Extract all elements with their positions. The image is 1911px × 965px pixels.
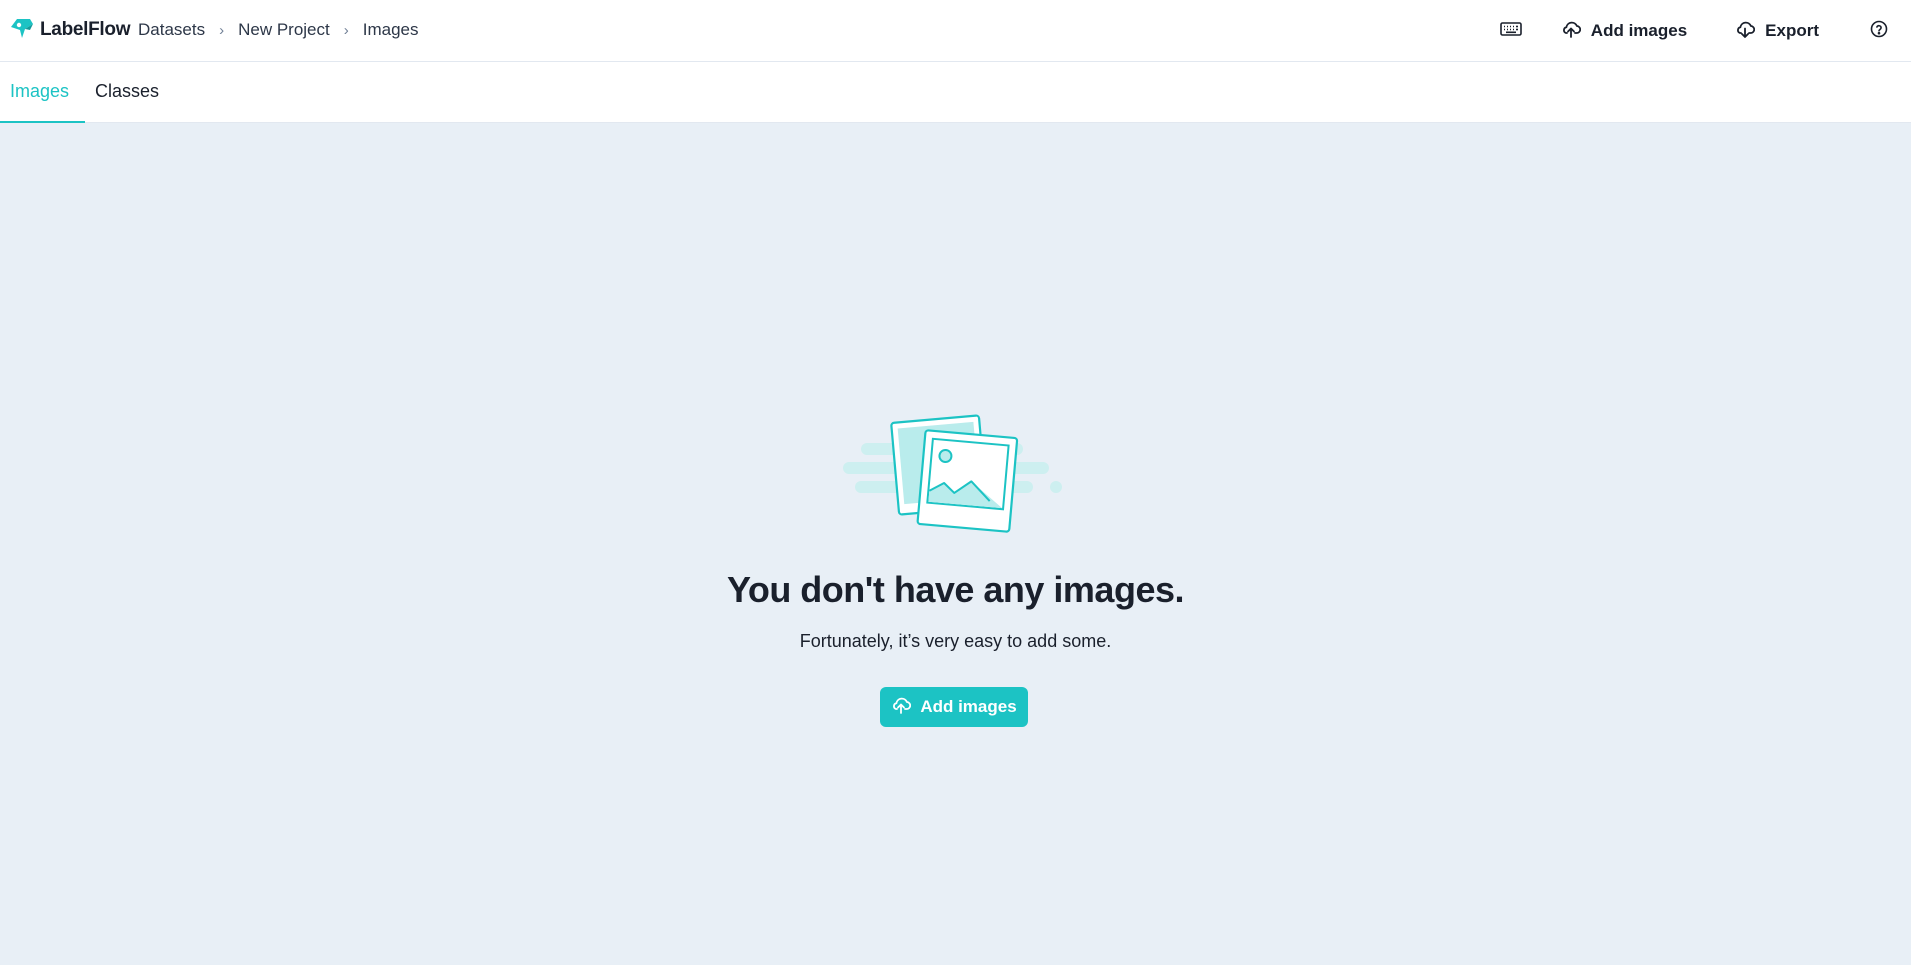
app-name: LabelFlow (40, 19, 131, 40)
tab-images[interactable]: Images (0, 62, 86, 123)
cloud-upload-icon (1561, 20, 1581, 43)
empty-state: You don't have any images. Fortunately, … (0, 123, 1911, 965)
cloud-download-icon (1735, 20, 1756, 43)
empty-state-title: You don't have any images. (726, 569, 1185, 610)
export-button[interactable]: Export (1719, 11, 1835, 51)
add-images-label: Add images (1590, 21, 1688, 40)
add-images-button[interactable]: Add images (1545, 11, 1703, 51)
breadcrumb-separator: › (219, 21, 225, 39)
help-button[interactable] (1859, 11, 1899, 51)
export-label: Export (1765, 21, 1819, 40)
empty-state-subtitle: Fortunately, it’s very easy to add some. (799, 631, 1112, 651)
question-circle-icon (1870, 20, 1888, 43)
app-logo[interactable]: LabelFlow (10, 16, 131, 45)
add-images-cta-label: Add images (920, 697, 1017, 716)
tab-classes[interactable]: Classes (85, 62, 169, 123)
breadcrumb-separator: › (343, 21, 349, 39)
cloud-upload-icon (891, 696, 912, 719)
labelflow-logo-icon (10, 16, 34, 45)
top-navbar: LabelFlow Datasets › New Project › Image… (0, 0, 1911, 62)
photo-stack-illustration (843, 408, 1065, 542)
breadcrumb-project[interactable]: New Project (238, 20, 330, 40)
add-images-cta-button[interactable]: Add images (880, 687, 1028, 727)
breadcrumb-images: Images (362, 20, 419, 39)
breadcrumb: Datasets › New Project › Images (138, 18, 418, 42)
dataset-tabs: Images Classes (0, 62, 1911, 123)
keyboard-icon (1499, 21, 1522, 42)
breadcrumb-datasets[interactable]: Datasets (138, 20, 205, 40)
keyboard-shortcuts-button[interactable] (1491, 11, 1531, 51)
toolbar-actions: Add images Export (1491, 0, 1911, 62)
